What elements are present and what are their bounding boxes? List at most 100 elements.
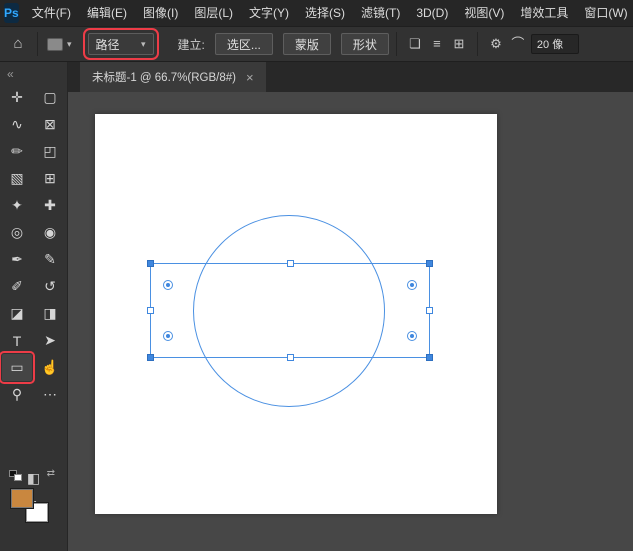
menu-file[interactable]: 文件(F) bbox=[24, 0, 79, 26]
rectangle-icon: ▭ bbox=[10, 359, 24, 375]
hand-icon: ☝ bbox=[41, 359, 59, 375]
type-tool[interactable]: T bbox=[2, 327, 32, 354]
document-tab-title: 未标题-1 @ 66.7%(RGB/8#) bbox=[92, 72, 236, 84]
menu-view[interactable]: 视图(V) bbox=[456, 0, 512, 26]
collapse-panel-icon[interactable]: « bbox=[0, 62, 67, 84]
transform-handle-top-left[interactable] bbox=[147, 260, 154, 267]
transform-handle-top-middle[interactable] bbox=[286, 260, 294, 267]
tool-grid: ✛ ▢ ∿ ⊠ ✏ ◰ ▧ ⊞ ✦ ✚ ◎ ◉ ✒ ✎ ✐ ↺ ◪ ◨ T ➤ … bbox=[0, 84, 67, 408]
eyedropper-icon: ✦ bbox=[11, 197, 23, 213]
canvas-workspace[interactable] bbox=[68, 92, 633, 551]
eraser-icon: ◪ bbox=[10, 305, 24, 321]
corner-radius-control-top-left[interactable] bbox=[163, 280, 173, 290]
pen-tool[interactable]: ✒ bbox=[2, 246, 32, 273]
default-colors-icon[interactable] bbox=[9, 470, 23, 482]
zoom-tool[interactable]: ⚲ bbox=[2, 381, 32, 408]
rectangular-marquee-tool[interactable]: ▢ bbox=[35, 84, 65, 111]
object-selection-tool[interactable]: ⊠ bbox=[35, 111, 65, 138]
chevron-down-icon: ▾ bbox=[67, 38, 72, 49]
paint-bucket-tool[interactable]: ◨ bbox=[35, 300, 65, 327]
gradient-tool[interactable]: ▧ bbox=[2, 165, 32, 192]
blur-tool[interactable]: ◎ bbox=[2, 219, 32, 246]
quick-selection-tool[interactable]: ✏ bbox=[2, 138, 32, 165]
tool-preset-picker[interactable]: ▾ bbox=[47, 37, 72, 51]
move-icon: ✛ bbox=[11, 89, 23, 105]
tool-mode-value: 路径 bbox=[95, 37, 120, 52]
corner-radius-control-bottom-left[interactable] bbox=[163, 331, 173, 341]
document-tab-bar: 未标题-1 @ 66.7%(RGB/8#) × bbox=[68, 62, 633, 92]
frame-icon: ⊞ bbox=[44, 170, 56, 186]
menu-plugins[interactable]: 增效工具 bbox=[512, 0, 576, 26]
make-selection-button[interactable]: 选区... bbox=[214, 33, 273, 55]
transform-handle-bottom-left[interactable] bbox=[147, 354, 154, 361]
pen-icon: ✒ bbox=[11, 251, 23, 267]
path-alignment-icon[interactable]: ≡ bbox=[426, 31, 448, 57]
menu-3d[interactable]: 3D(D) bbox=[408, 0, 456, 26]
corner-radius-control-top-right[interactable] bbox=[407, 280, 417, 290]
rectangle-tool[interactable]: ▭ bbox=[0, 351, 35, 384]
healing-brush-tool[interactable]: ✚ bbox=[35, 192, 65, 219]
menu-type[interactable]: 文字(Y) bbox=[241, 0, 297, 26]
corner-radius-control-bottom-right[interactable] bbox=[407, 331, 417, 341]
transform-handle-bottom-right[interactable] bbox=[426, 354, 433, 361]
document-area: 未标题-1 @ 66.7%(RGB/8#) × bbox=[68, 62, 633, 551]
photoshop-logo: Ps bbox=[4, 3, 19, 23]
transform-handle-middle-left[interactable] bbox=[147, 307, 154, 314]
tool-mode-dropdown[interactable]: 路径 ▾ bbox=[82, 28, 159, 60]
gradient-icon: ▧ bbox=[10, 170, 24, 186]
separator bbox=[37, 32, 38, 56]
zoom-icon: ⚲ bbox=[11, 386, 23, 402]
healing-brush-icon: ✚ bbox=[44, 197, 56, 213]
document-tab[interactable]: 未标题-1 @ 66.7%(RGB/8#) × bbox=[80, 62, 266, 92]
crop-tool[interactable]: ◰ bbox=[35, 138, 65, 165]
history-brush-icon: ↺ bbox=[44, 278, 56, 294]
clone-stamp-tool[interactable]: ◉ bbox=[35, 219, 65, 246]
ellipsis-icon: ⋯ bbox=[43, 386, 57, 402]
brush-tool[interactable]: ✎ bbox=[35, 246, 65, 273]
quick-selection-icon: ✏ bbox=[11, 143, 23, 159]
menu-select[interactable]: 选择(S) bbox=[297, 0, 353, 26]
corner-radius-input[interactable]: 20 像 bbox=[530, 34, 579, 54]
photoshop-window: Ps 文件(F) 编辑(E) 图像(I) 图层(L) 文字(Y) 选择(S) 滤… bbox=[0, 0, 633, 551]
color-swatch-area: ⇄ ◧ ▯ bbox=[0, 468, 67, 551]
history-brush-tool[interactable]: ↺ bbox=[35, 273, 65, 300]
rectangle-path[interactable] bbox=[147, 260, 433, 361]
menu-bar: Ps 文件(F) 编辑(E) 图像(I) 图层(L) 文字(Y) 选择(S) 滤… bbox=[0, 0, 633, 26]
hand-tool[interactable]: ☝ bbox=[35, 354, 65, 381]
foreground-color-swatch[interactable] bbox=[10, 488, 34, 509]
path-operations-icon[interactable]: ❏ bbox=[404, 31, 426, 57]
edit-toolbar-button[interactable]: ⋯ bbox=[35, 381, 65, 408]
close-icon[interactable]: × bbox=[246, 70, 254, 85]
menu-window[interactable]: 窗口(W) bbox=[576, 0, 633, 26]
path-arrangement-icon[interactable]: ⊞ bbox=[448, 31, 470, 57]
blur-icon: ◎ bbox=[10, 224, 24, 240]
transform-handle-middle-right[interactable] bbox=[426, 307, 433, 314]
pencil-icon: ✐ bbox=[11, 278, 23, 294]
gear-icon[interactable]: ⚙ bbox=[485, 31, 507, 57]
path-selection-tool[interactable]: ➤ bbox=[35, 327, 65, 354]
transform-handle-bottom-middle[interactable] bbox=[286, 354, 294, 361]
move-tool[interactable]: ✛ bbox=[2, 84, 32, 111]
clone-stamp-icon: ◉ bbox=[43, 224, 57, 240]
menu-filter[interactable]: 滤镜(T) bbox=[353, 0, 408, 26]
menu-edit[interactable]: 编辑(E) bbox=[79, 0, 135, 26]
menu-image[interactable]: 图像(I) bbox=[135, 0, 186, 26]
eyedropper-tool[interactable]: ✦ bbox=[2, 192, 32, 219]
transform-handle-top-right[interactable] bbox=[426, 260, 433, 267]
eraser-tool[interactable]: ◪ bbox=[2, 300, 32, 327]
pencil-tool[interactable]: ✐ bbox=[2, 273, 32, 300]
make-mask-button[interactable]: 蒙版 bbox=[282, 33, 331, 55]
lasso-tool[interactable]: ∿ bbox=[2, 111, 32, 138]
canvas[interactable] bbox=[95, 114, 497, 514]
separator bbox=[476, 32, 478, 56]
make-shape-button[interactable]: 形状 bbox=[340, 33, 389, 55]
corner-radius-icon: ⌒ bbox=[511, 36, 525, 51]
home-icon[interactable]: ⌂ bbox=[6, 31, 30, 57]
paint-bucket-icon: ◨ bbox=[43, 305, 57, 321]
swap-colors-icon[interactable]: ⇄ bbox=[47, 468, 55, 479]
menu-layer[interactable]: 图层(L) bbox=[186, 0, 241, 26]
separator bbox=[395, 32, 397, 56]
tool-panel: « ✛ ▢ ∿ ⊠ ✏ ◰ ▧ ⊞ ✦ ✚ ◎ ◉ ✒ ✎ ✐ ↺ ◪ ◨ T … bbox=[0, 62, 68, 551]
type-icon: T bbox=[12, 332, 22, 349]
frame-tool[interactable]: ⊞ bbox=[35, 165, 65, 192]
